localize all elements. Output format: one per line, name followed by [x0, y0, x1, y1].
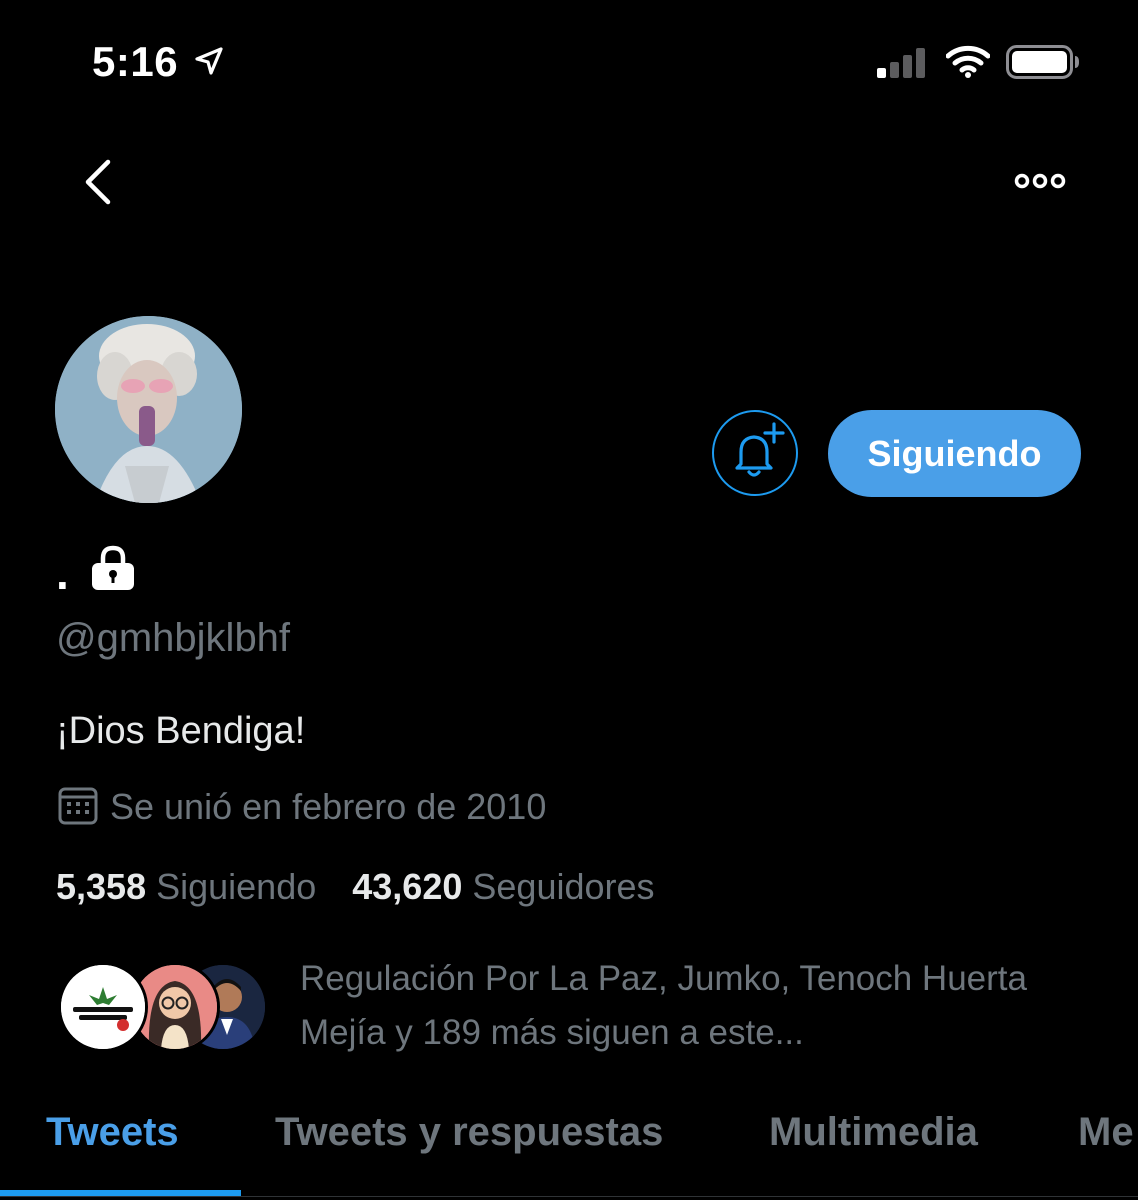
tab-media[interactable]: Multimedia	[769, 1110, 978, 1155]
profile-avatar[interactable]	[55, 316, 242, 503]
battery-icon	[1006, 45, 1079, 79]
profile-handle: @gmhbjklbhf	[56, 616, 291, 660]
followers-count: 43,620	[352, 866, 463, 907]
following-button[interactable]: Siguiendo	[828, 410, 1081, 497]
profile-stats: 5,358 Siguiendo 43,620 Seguidores	[56, 866, 655, 908]
profile-bio: ¡Dios Bendiga!	[56, 710, 306, 752]
back-button[interactable]	[78, 156, 122, 208]
followers-label: Seguidores	[472, 866, 655, 907]
status-time: 5:16	[92, 38, 179, 85]
cellular-signal-icon	[877, 48, 925, 78]
tabs-divider	[0, 1196, 1138, 1197]
following-stat[interactable]: 5,358 Siguiendo	[56, 866, 316, 908]
followed-by-avatar[interactable]	[58, 962, 148, 1052]
join-date: Se unió en febrero de 2010	[110, 786, 547, 827]
lock-icon	[92, 545, 134, 590]
more-options-icon[interactable]	[1012, 166, 1068, 196]
tab-tweets-and-replies[interactable]: Tweets y respuestas	[275, 1110, 663, 1155]
followed-by-text[interactable]: Regulación Por La Paz, Jumko, Tenoch Hue…	[300, 952, 1100, 1060]
location-arrow-icon	[195, 47, 223, 75]
followers-stat[interactable]: 43,620 Seguidores	[352, 866, 654, 908]
tab-tweets[interactable]: Tweets	[46, 1110, 179, 1155]
following-label: Siguiendo	[156, 866, 317, 907]
notifications-bell-button[interactable]	[712, 410, 798, 496]
wifi-icon	[946, 45, 990, 78]
tab-likes[interactable]: Me	[1078, 1110, 1134, 1155]
regulacion-logo-icon	[61, 965, 145, 1049]
following-count: 5,358	[56, 866, 147, 907]
avatar-image	[55, 316, 242, 503]
display-name: .	[56, 547, 69, 599]
calendar-icon	[58, 787, 98, 825]
bell-plus-icon	[735, 422, 785, 477]
